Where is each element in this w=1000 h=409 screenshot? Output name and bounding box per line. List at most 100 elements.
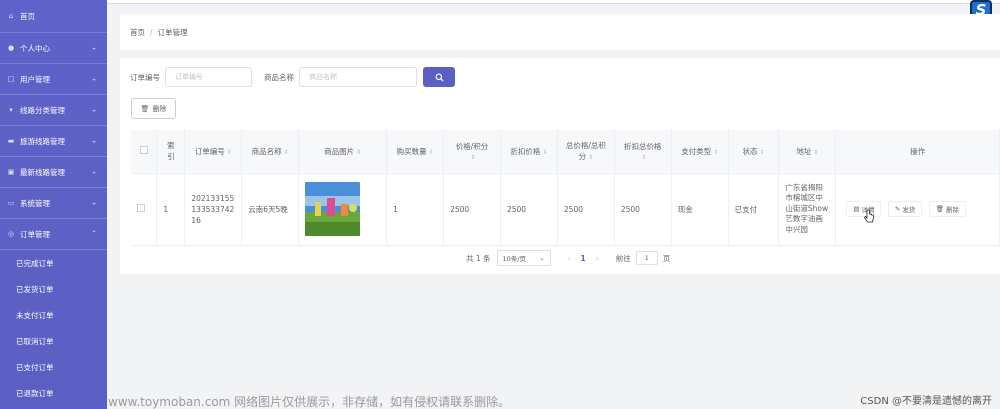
category-icon: ▾ [9,106,13,114]
header-price[interactable]: 价格/积分 ⇕ [443,130,501,174]
header-status[interactable]: 状态 ⇕ [728,130,780,174]
select-all-cell[interactable] [131,130,158,174]
product-name-label: 商品名称 [264,72,294,82]
page-number-current[interactable]: 1 [576,254,591,263]
row-select-cell[interactable] [131,173,158,246]
chevron-down-icon: ⌄ [91,136,97,145]
header-actions: 操作 [835,130,1000,174]
sidebar-subitem-unpaid[interactable]: 未支付订单 [0,302,107,328]
header-product-name[interactable]: 商品名称 ⇕ [241,130,300,174]
cell-price: 2500 [443,173,501,246]
sort-icon[interactable]: ⇕ [471,154,476,161]
header-quantity[interactable]: 购买数量 ⇕ [386,130,445,174]
ship-label: 发货 [902,206,916,214]
page-size-select[interactable]: 10条/页 ⌄ [496,250,551,266]
header-order-no[interactable]: 订单编号 ⇕ [184,130,243,174]
batch-delete-button[interactable]: 🗑 删除 [131,98,176,119]
sidebar-item-profile[interactable]: ● 个人中心 ⌄ [0,33,107,64]
sidebar-subitem-shipped[interactable]: 已发货订单 [0,276,107,302]
sidebar-item-home[interactable]: ⌂ 首页 [0,0,107,33]
order-icon: ◎ [7,230,15,238]
goto-page-input[interactable]: 1 [635,251,658,265]
sidebar-subitem-completed[interactable]: 已完成订单 [0,250,107,276]
chevron-down-icon: ⌄ [91,74,97,83]
header-total[interactable]: 总价格/总积分 ⇕ [557,130,615,174]
cell-discount-total: 2500 [614,173,672,246]
route-icon: ▬ [7,137,15,145]
order-no-input[interactable] [165,67,252,87]
sidebar-item-label: 首页 [20,11,35,21]
sort-icon[interactable]: ⇕ [284,149,289,156]
sort-icon[interactable]: ⇕ [760,149,765,156]
header-label: 商品图片 [324,146,355,156]
breadcrumb-home[interactable]: 首页 [130,27,145,38]
main-panel: 订单编号 商品名称 🗑 删除 索引 订单编号⇕ 商品名称⇕ [120,58,1000,274]
chevron-down-icon: ⌄ [91,105,97,114]
cell-index: 1 [156,173,186,246]
sidebar-item-system[interactable]: ▭ 系统管理 ⌄ [0,188,107,219]
product-image[interactable] [305,182,361,236]
breadcrumb-current: 订单管理 [157,27,188,37]
product-name-input[interactable] [299,67,417,87]
cell-address: 广东省揭阳市榕城区中山街道Show艺数字油画中兴园 [778,173,837,246]
header-index: 索引 [156,130,186,174]
breadcrumb-separator: / [150,27,153,37]
sort-icon[interactable]: ⇕ [588,154,593,161]
prev-page-button[interactable]: ‹ [563,254,576,263]
cell-total: 2500 [557,173,615,246]
order-no-label: 订单编号 [130,72,160,82]
search-button[interactable] [423,67,455,87]
next-page-button[interactable]: › [591,254,604,263]
sort-icon[interactable]: ⇕ [356,149,361,156]
delete-label: 删除 [945,206,959,214]
sidebar-subitem-paid[interactable]: 已支付订单 [0,354,107,380]
new-route-icon: ▣ [7,168,15,176]
sort-icon[interactable]: ⇕ [641,154,646,161]
watermark-text: www.toymoban.com 网络图片仅供展示，非存储，如有侵权请联系删除。 [108,395,511,409]
header-label: 总价格/总积分 [565,141,606,162]
sidebar-item-users[interactable]: □ 用户管理 ⌄ [0,64,107,95]
sidebar-item-label: 用户管理 [20,74,50,84]
delete-button[interactable]: 🗑 删除 [928,201,966,217]
sidebar-item-new-route[interactable]: ▣ 最新线路管理 ⌄ [0,157,107,188]
sidebar: ⌂ 首页 ● 个人中心 ⌄ □ 用户管理 ⌄ ▾ 线路分类管理 ⌄ ▬ 旅游线路… [0,0,107,409]
sidebar-subitem-refunded[interactable]: 已退款订单 [0,380,107,406]
sidebar-item-route-manage[interactable]: ▬ 旅游线路管理 ⌄ [0,126,107,157]
sidebar-item-label: 线路分类管理 [20,105,65,115]
header-label: 支付类型 [681,146,712,156]
header-pay-type[interactable]: 支付类型 ⇕ [671,130,729,174]
sidebar-item-orders[interactable]: ◎ 订单管理 ⌃ [0,219,107,250]
header-discount-total[interactable]: 折扣总价格 ⇕ [614,130,672,174]
batch-delete-label: 删除 [152,104,167,113]
search-icon [434,72,444,82]
user-icon: ● [7,44,15,52]
cell-quantity: 1 [386,173,445,246]
ship-button[interactable]: ✎ 发货 [887,201,923,217]
header-label: 价格/积分 [455,142,489,152]
header-label: 折扣价格 [510,146,541,156]
document-icon: ▤ [853,205,860,213]
cell-actions: ▤详情 ✎发货 🗑删除 [835,173,1000,246]
header-product-image[interactable]: 商品图片 ⇕ [298,130,388,174]
cell-pay-type: 现金 [671,173,729,246]
sort-icon[interactable]: ⇕ [227,149,232,156]
sidebar-subitem-cancelled[interactable]: 已取消订单 [0,328,107,354]
trash-icon: 🗑 [140,104,150,113]
sort-icon[interactable]: ⇕ [429,149,434,156]
sort-icon[interactable]: ⇕ [713,149,718,156]
header-discount-price[interactable]: 折扣价格 ⇕ [500,130,558,174]
sidebar-item-label: 订单管理 [20,229,50,239]
header-address[interactable]: 地址 ⇕ [778,130,837,174]
sidebar-item-route-category[interactable]: ▾ 线路分类管理 ⌄ [0,95,107,126]
page-size-value: 10条/页 [502,255,527,263]
chevron-down-icon: ⌄ [91,198,97,207]
pagination: 共 1 条 10条/页 ⌄ ‹ 1 › 前往 1 页 [466,249,670,267]
top-bar [107,0,1000,4]
sort-icon[interactable]: ⇕ [813,149,818,156]
sort-icon[interactable]: ⇕ [542,149,547,156]
row-checkbox[interactable] [137,204,145,212]
cell-discount-price: 2500 [500,173,558,246]
select-all-checkbox[interactable] [139,146,148,155]
csdn-credit: CSDN @不要清是遗憾的离开 [860,396,992,407]
chevron-down-icon: ⌄ [91,43,97,52]
